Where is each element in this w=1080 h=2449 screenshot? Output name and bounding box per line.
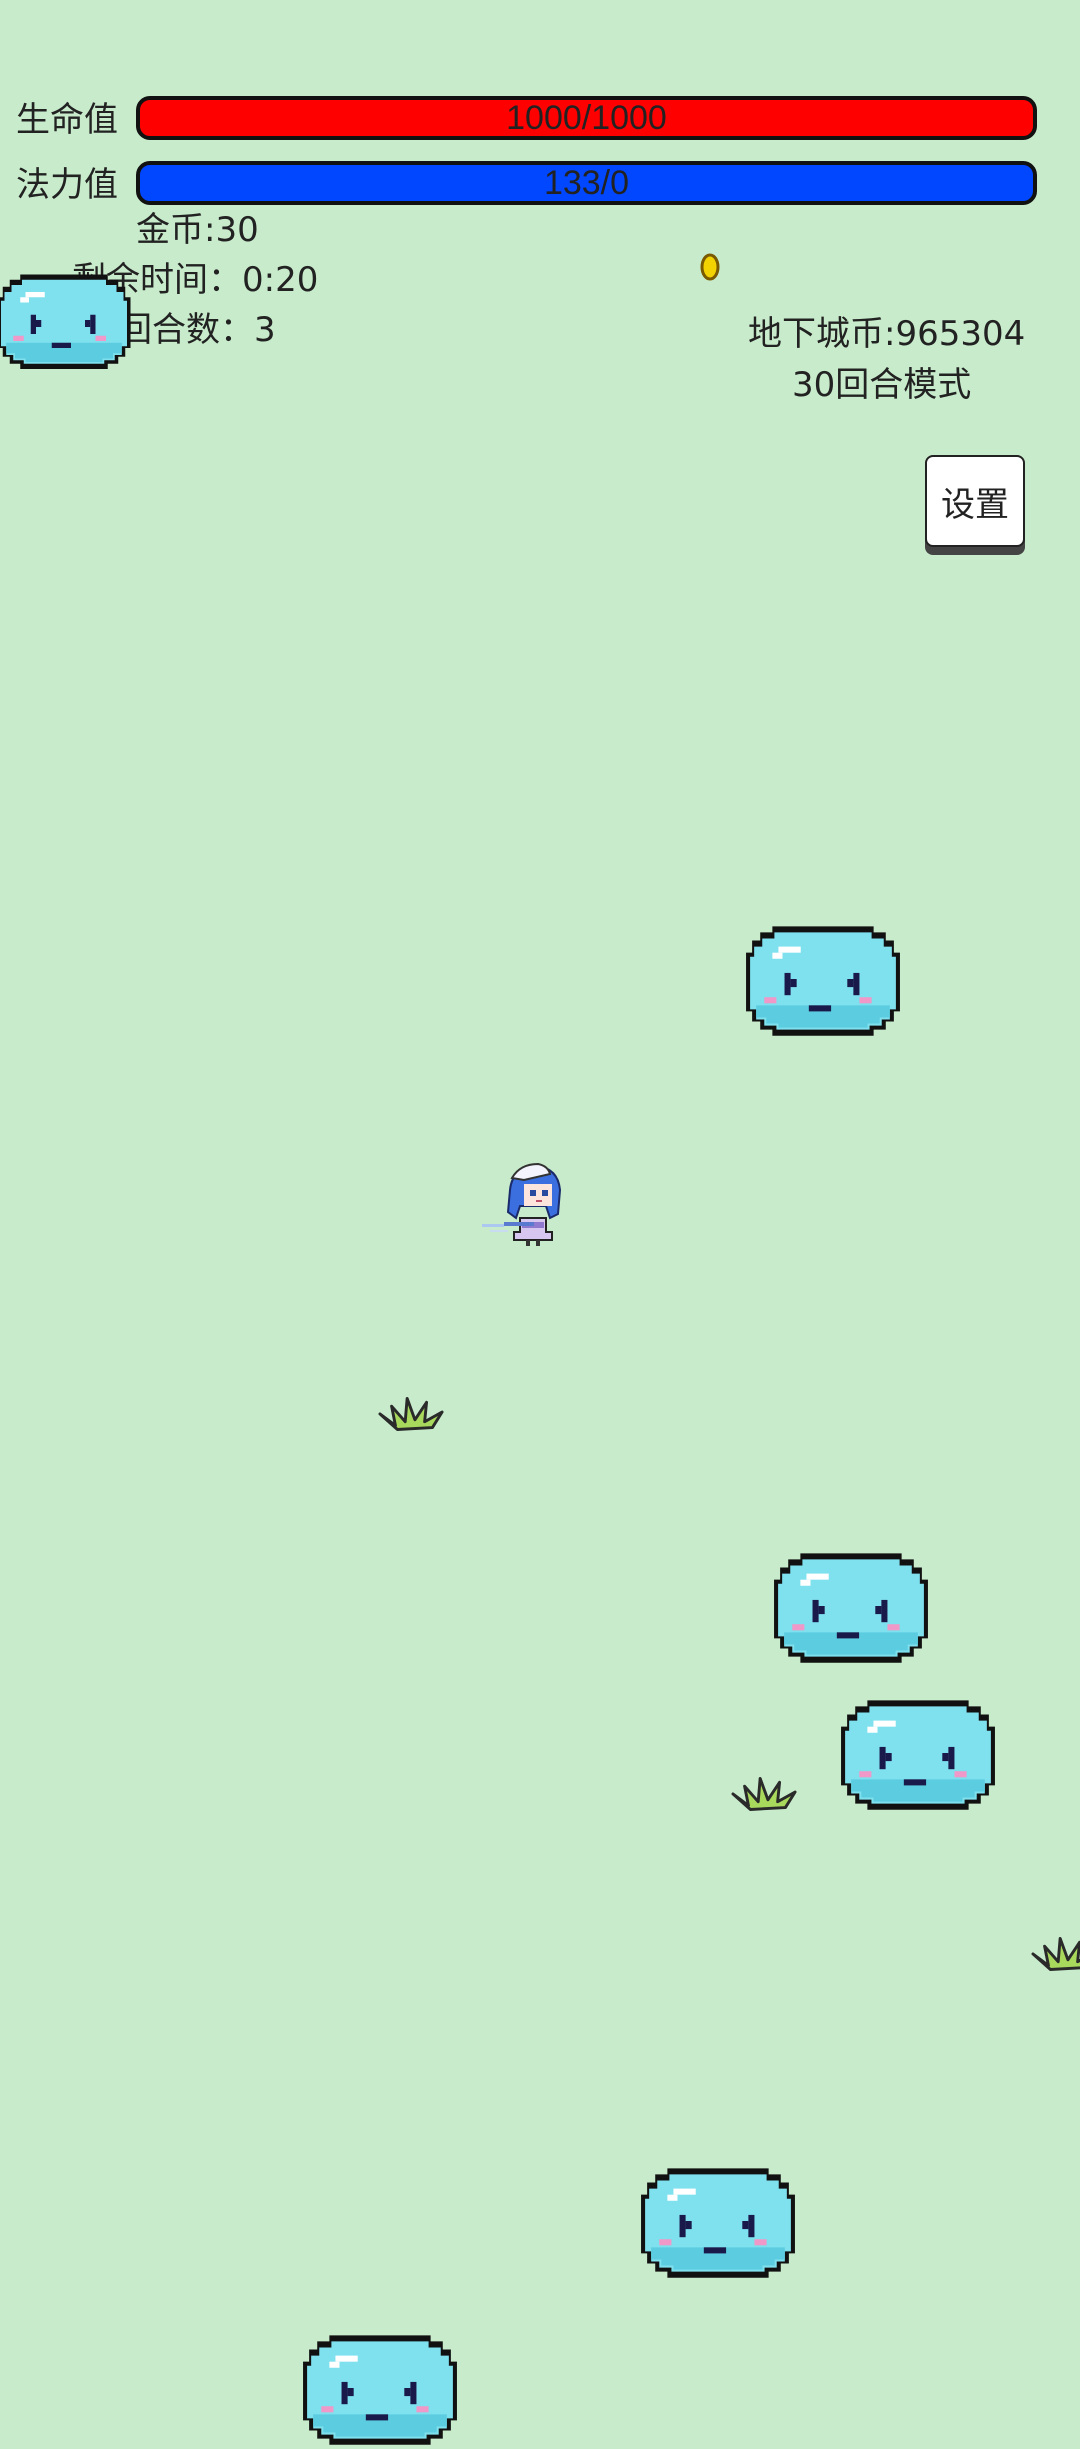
slime-enemy [837, 1692, 999, 1814]
grass-tuft-icon [1031, 1932, 1080, 1972]
grass-tuft-icon [378, 1392, 446, 1432]
hp-label: 生命值 [16, 100, 118, 140]
mp-label: 法力值 [16, 165, 118, 205]
grass-tuft-icon [731, 1772, 799, 1812]
slime-enemy [770, 1545, 932, 1667]
mp-bar: 133/0 [136, 161, 1037, 205]
slime-enemy [637, 2160, 799, 2282]
mp-value: 133/0 [543, 163, 630, 202]
slime-enemy [0, 260, 134, 380]
gold-coin-icon [700, 253, 720, 281]
player-character-icon [482, 1162, 562, 1246]
round-counter: 回合数：3 [118, 310, 276, 350]
hp-value: 1000/1000 [506, 98, 667, 137]
slime-enemy [742, 918, 904, 1040]
settings-button[interactable]: 设置 [925, 455, 1025, 547]
slime-enemy [299, 2327, 461, 2449]
gold-counter: 金币:30 [136, 210, 259, 250]
hp-bar: 1000/1000 [136, 96, 1037, 140]
game-mode: 30回合模式 [792, 365, 972, 405]
dungeon-coins: 地下城币:965304 [748, 314, 1026, 354]
